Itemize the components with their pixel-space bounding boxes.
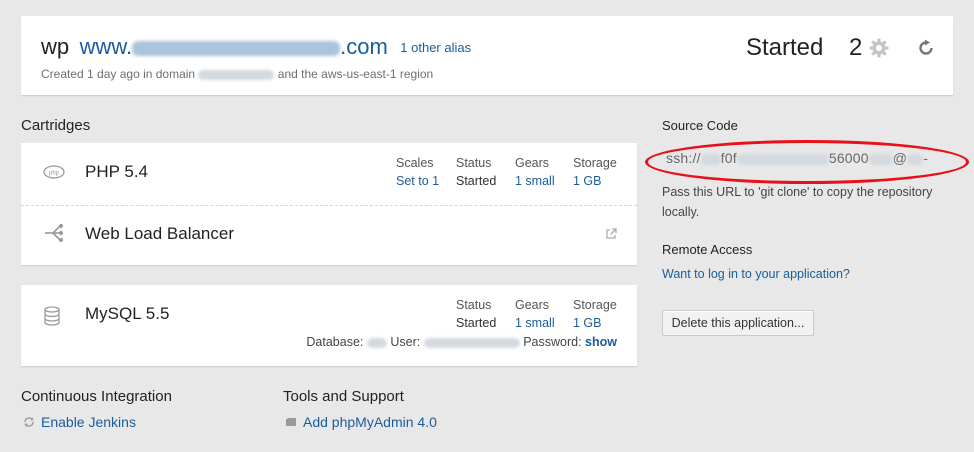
load-balancer-icon [43, 222, 65, 249]
redacted-domain [132, 40, 341, 56]
svg-text:php: php [49, 171, 60, 177]
storage-link[interactable]: 1 GB [573, 174, 617, 188]
redacted-user [423, 337, 520, 348]
storage-link[interactable]: 1 GB [573, 316, 617, 330]
annotation-circle [645, 140, 969, 184]
enable-jenkins-label: Enable Jenkins [41, 414, 136, 430]
php-gears: Gears 1 small [515, 156, 555, 188]
external-link-icon[interactable] [605, 227, 617, 245]
lb-cartridge-row: Web Load Balancer [21, 205, 637, 265]
app-header-card: wp www. .com 1 other alias Created 1 day … [21, 16, 953, 95]
php-icon: php [43, 165, 65, 184]
status-value: Started [456, 174, 497, 188]
enable-jenkins-link[interactable]: Enable Jenkins [23, 414, 136, 430]
gears-link[interactable]: 1 small [515, 316, 555, 330]
mysql-cartridge-name: MySQL 5.5 [85, 304, 170, 323]
ci-heading: Continuous Integration [21, 388, 172, 405]
cartridge-icon [286, 418, 296, 426]
gears-link[interactable]: 1 small [515, 174, 555, 188]
status-label: Status [456, 298, 492, 312]
db-credentials: Database: User: Password: show [306, 335, 617, 349]
gears-label: Gears [515, 156, 550, 170]
app-meta: Created 1 day ago in domain and the aws-… [41, 67, 433, 81]
gears-label: Gears [515, 298, 550, 312]
php-cartridge-row: php PHP 5.4 Scales Set to 1 Status Start… [21, 143, 637, 205]
domain-prefix: www. [79, 34, 133, 59]
lb-cartridge-name: Web Load Balancer [85, 224, 235, 243]
status-label: Status [456, 156, 492, 170]
mysql-status: Status Started [456, 298, 496, 330]
gear-count: 2 [849, 34, 863, 61]
delete-application-button[interactable]: Delete this application... [662, 310, 814, 336]
database-icon [43, 306, 61, 331]
scales-label: Scales [396, 156, 434, 170]
refresh-icon [24, 417, 34, 427]
redacted-namespace [198, 69, 275, 80]
password-label: Password: [523, 335, 582, 349]
db-cartridge-card: MySQL 5.5 Status Started Gears 1 small S… [21, 285, 637, 366]
domain-suffix: .com [340, 34, 388, 59]
add-phpmyadmin-label: Add phpMyAdmin 4.0 [303, 414, 437, 430]
user-label: User: [390, 335, 421, 349]
php-storage: Storage 1 GB [573, 156, 617, 188]
cartridges-heading: Cartridges [21, 117, 91, 134]
source-help-text: Pass this URL to 'git clone' to copy the… [662, 185, 933, 219]
mysql-storage: Storage 1 GB [573, 298, 617, 330]
remote-access-heading: Remote Access [662, 242, 753, 257]
tools-heading: Tools and Support [283, 388, 404, 405]
redacted-database [366, 337, 387, 348]
app-domain-link[interactable]: www. .com [80, 34, 388, 59]
status-value: Started [456, 316, 497, 330]
storage-label: Storage [573, 298, 617, 312]
app-state: Started [746, 34, 824, 61]
show-password-link[interactable]: show [585, 335, 617, 349]
php-scales: Scales Set to 1 [396, 156, 439, 188]
meta-suffix: and the aws-us-east-1 region [277, 67, 434, 81]
mysql-gears: Gears 1 small [515, 298, 555, 330]
storage-label: Storage [573, 156, 617, 170]
database-label: Database: [306, 335, 364, 349]
php-cartridge-name: PHP 5.4 [85, 162, 149, 181]
php-status: Status Started [456, 156, 496, 188]
source-code-heading: Source Code [662, 118, 738, 133]
app-title-row: wp www. .com 1 other alias [41, 34, 471, 60]
web-cartridges-card: php PHP 5.4 Scales Set to 1 Status Start… [21, 143, 637, 265]
meta-prefix: Created 1 day ago in domain [41, 67, 196, 81]
scales-link[interactable]: Set to 1 [396, 174, 439, 188]
remote-access-link[interactable]: Want to log in to your application? [662, 267, 850, 281]
restart-icon[interactable] [917, 39, 935, 57]
gear-icon[interactable] [869, 38, 889, 58]
app-name: wp [41, 34, 70, 59]
add-phpmyadmin-link[interactable]: Add phpMyAdmin 4.0 [285, 414, 437, 430]
other-alias-link[interactable]: 1 other alias [400, 40, 471, 55]
